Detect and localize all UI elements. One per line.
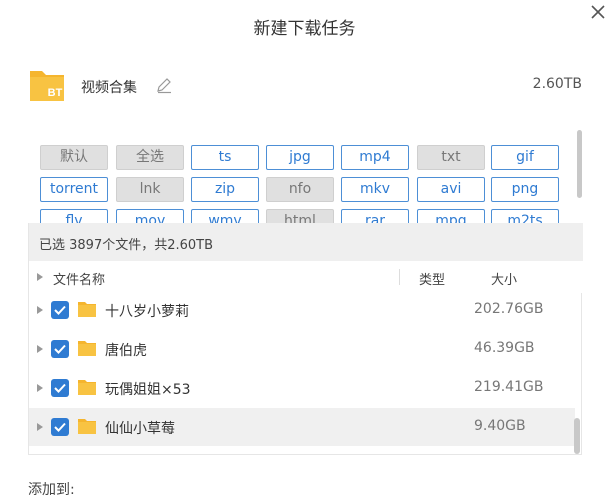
filter-scrollbar[interactable] xyxy=(577,130,582,198)
file-name: 唐伯虎 xyxy=(105,343,147,359)
file-size: 46.39GB xyxy=(474,340,535,356)
filter-chip[interactable]: lnk xyxy=(116,177,184,202)
filter-chip[interactable]: torrent xyxy=(40,177,108,202)
file-type-filters: 默认 全选 ts jpg mp4 txt gif torrent lnk zip… xyxy=(28,131,569,223)
bt-folder-icon: BT xyxy=(28,65,66,103)
expand-arrow-icon[interactable] xyxy=(37,306,43,314)
filter-chip[interactable]: wmv xyxy=(191,209,259,223)
close-button[interactable] xyxy=(588,2,608,22)
file-size: 9.40GB xyxy=(474,418,526,434)
file-list-scrollbar[interactable] xyxy=(574,418,580,454)
rename-button[interactable] xyxy=(155,76,173,94)
folder-icon xyxy=(77,377,97,397)
close-icon xyxy=(591,5,605,19)
file-list-panel: 已选 3897个文件，共2.60TB 文件名称 类型 大小 十八岁小萝莉 202… xyxy=(28,223,583,455)
filter-chip[interactable]: jpg xyxy=(266,145,334,170)
column-size[interactable]: 大小 xyxy=(491,269,517,288)
folder-icon xyxy=(77,299,97,319)
selection-summary: 已选 3897个文件，共2.60TB xyxy=(39,238,214,253)
filter-chip[interactable]: 全选 xyxy=(116,145,184,170)
file-name: 十八岁小萝莉 xyxy=(105,304,189,320)
filter-chip[interactable]: m2ts xyxy=(491,209,559,223)
folder-icon xyxy=(77,338,97,358)
filter-chip[interactable]: txt xyxy=(417,145,485,170)
selection-summary-bar: 已选 3897个文件，共2.60TB xyxy=(29,223,583,261)
filter-row-2: torrent lnk zip nfo mkv avi png xyxy=(40,177,569,202)
file-checkbox[interactable] xyxy=(51,418,69,436)
task-size: 2.60TB xyxy=(532,76,582,92)
expand-arrow-icon[interactable] xyxy=(37,384,43,392)
filter-chip[interactable]: zip xyxy=(191,177,259,202)
checkmark-icon xyxy=(54,422,66,432)
expand-all-icon[interactable] xyxy=(37,273,43,281)
file-list-header: 文件名称 类型 大小 xyxy=(29,261,583,293)
file-checkbox[interactable] xyxy=(51,379,69,397)
filter-chip[interactable]: rar xyxy=(341,209,409,223)
filter-chip[interactable]: 默认 xyxy=(40,145,108,170)
filter-row-1: 默认 全选 ts jpg mp4 txt gif xyxy=(40,145,569,170)
filter-chip[interactable]: mkv xyxy=(341,177,409,202)
file-row[interactable]: 唐伯虎 46.39GB xyxy=(29,330,575,368)
column-name[interactable]: 文件名称 xyxy=(53,269,105,288)
pencil-icon xyxy=(157,78,171,94)
file-name: 玩偶姐姐×53 xyxy=(105,382,191,398)
filter-chip[interactable]: mpg xyxy=(417,209,485,223)
file-row[interactable]: 玩偶姐姐×53 219.41GB xyxy=(29,369,575,407)
file-row[interactable]: 仙仙小草莓 9.40GB xyxy=(29,408,575,446)
file-name: 仙仙小草莓 xyxy=(105,421,175,437)
folder-icon xyxy=(77,416,97,436)
file-checkbox[interactable] xyxy=(51,301,69,319)
checkmark-icon xyxy=(54,305,66,315)
dialog-title: 新建下载任务 xyxy=(253,19,356,39)
file-size: 202.76GB xyxy=(474,301,544,317)
task-name: 视频合集 xyxy=(81,80,137,96)
add-to-label: 添加到: xyxy=(28,482,75,498)
filter-chip[interactable]: flv xyxy=(40,209,108,223)
filter-chip[interactable]: gif xyxy=(491,145,559,170)
filter-chip[interactable]: mp4 xyxy=(341,145,409,170)
filter-chip[interactable]: nfo xyxy=(266,177,334,202)
expand-arrow-icon[interactable] xyxy=(37,345,43,353)
filter-chip[interactable]: ts xyxy=(191,145,259,170)
file-row[interactable]: 十八岁小萝莉 202.76GB xyxy=(29,291,575,329)
filter-chip[interactable]: mov xyxy=(116,209,184,223)
checkmark-icon xyxy=(54,383,66,393)
expand-arrow-icon[interactable] xyxy=(37,423,43,431)
filter-row-3: flv mov wmv html rar mpg m2ts xyxy=(40,209,569,223)
filter-chip[interactable]: png xyxy=(491,177,559,202)
file-size: 219.41GB xyxy=(474,379,544,395)
bt-badge: BT xyxy=(48,87,63,99)
checkmark-icon xyxy=(54,344,66,354)
file-checkbox[interactable] xyxy=(51,340,69,358)
column-divider[interactable] xyxy=(399,269,400,285)
filter-chip[interactable]: html xyxy=(266,209,334,223)
column-type[interactable]: 类型 xyxy=(419,269,445,288)
filter-chip[interactable]: avi xyxy=(417,177,485,202)
